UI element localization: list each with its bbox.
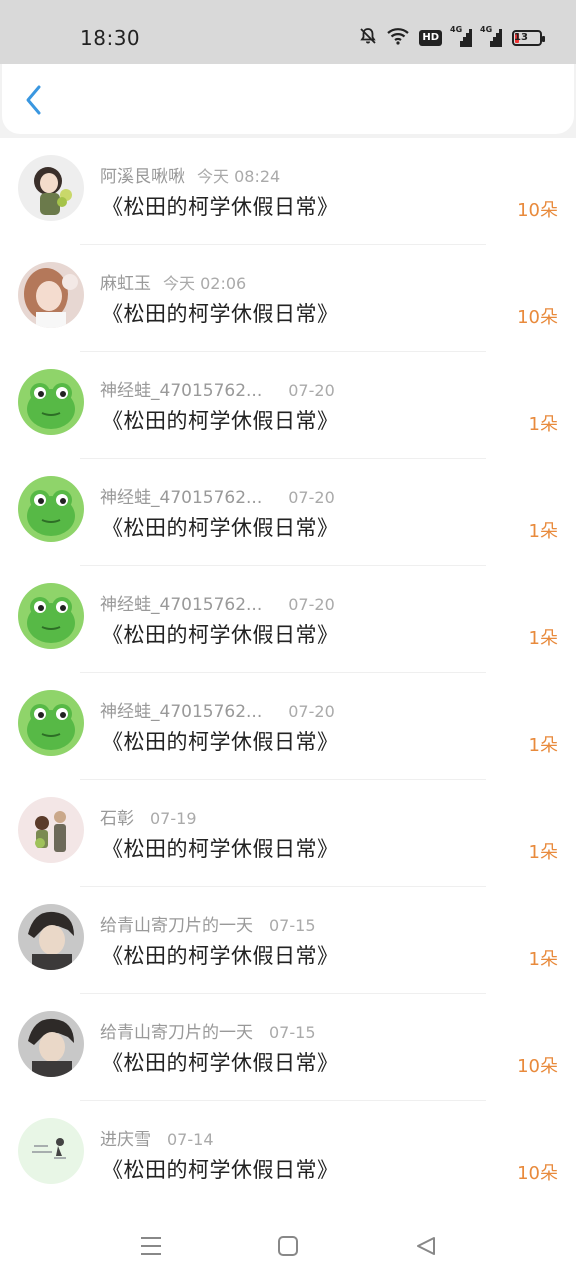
timestamp: 07-20 <box>288 702 335 721</box>
avatar[interactable] <box>18 690 84 756</box>
book-title[interactable]: 《松田的柯学休假日常》 <box>102 298 339 328</box>
network-label: 4G <box>450 25 463 34</box>
network-label: 4G <box>480 25 493 34</box>
back-button[interactable] <box>16 82 52 118</box>
username[interactable]: 阿溪艮啾啾 <box>100 162 185 187</box>
username[interactable]: 神经蛙_47015762... <box>100 483 262 508</box>
timestamp: 今天 08:24 <box>197 167 281 186</box>
book-title[interactable]: 《松田的柯学休假日常》 <box>102 191 339 221</box>
book-title[interactable]: 《松田的柯学休假日常》 <box>102 619 339 649</box>
item-meta: 给青山寄刀片的一天 07-15 <box>100 1018 316 1043</box>
username[interactable]: 神经蛙_47015762... <box>100 376 262 401</box>
timestamp: 今天 02:06 <box>163 274 247 293</box>
avatar[interactable] <box>18 262 84 328</box>
item-meta: 神经蛙_47015762... 07-20 <box>100 483 335 508</box>
timestamp: 07-20 <box>288 488 335 507</box>
avatar[interactable] <box>18 1118 84 1184</box>
header <box>2 64 574 134</box>
signal-4g-icon: 4G <box>480 25 502 47</box>
item-meta: 石彰 07-19 <box>100 804 197 829</box>
timestamp: 07-19 <box>150 809 197 828</box>
item-meta: 麻虹玉 今天 02:06 <box>100 269 246 294</box>
avatar[interactable] <box>18 797 84 863</box>
status-icons: HD 4G 4G 13 <box>359 25 545 50</box>
item-meta: 神经蛙_47015762... 07-20 <box>100 376 335 401</box>
item-meta: 进庆雪 07-14 <box>100 1125 214 1150</box>
nav-back-button[interactable] <box>412 1232 440 1260</box>
username[interactable]: 麻虹玉 <box>100 269 151 294</box>
signal-4g-icon: 4G <box>450 25 472 47</box>
menu-button[interactable] <box>137 1232 165 1260</box>
square-home-icon <box>278 1236 298 1256</box>
menu-icon <box>141 1237 161 1255</box>
triangle-back-icon <box>417 1237 435 1255</box>
avatar[interactable] <box>18 155 84 221</box>
flower-amount: 1朵 <box>528 414 558 435</box>
mute-bell-icon <box>359 27 377 49</box>
battery-icon: 13 <box>512 30 545 46</box>
avatar[interactable] <box>18 1011 84 1077</box>
list-item[interactable]: 神经蛙_47015762... 07-20 《松田的柯学休假日常》 1朵 <box>0 459 576 566</box>
timestamp: 07-14 <box>167 1130 214 1149</box>
username[interactable]: 石彰 <box>100 804 134 829</box>
status-bar: 18:30 HD 4G 4G 13 <box>0 0 576 64</box>
list-item[interactable]: 麻虹玉 今天 02:06 《松田的柯学休假日常》 10朵 <box>0 245 576 352</box>
book-title[interactable]: 《松田的柯学休假日常》 <box>102 405 339 435</box>
battery-level: 13 <box>514 32 528 43</box>
wifi-icon <box>387 27 410 49</box>
username[interactable]: 神经蛙_47015762... <box>100 697 262 722</box>
flower-amount: 10朵 <box>517 1056 558 1077</box>
chevron-left-icon <box>26 85 41 115</box>
avatar[interactable] <box>18 583 84 649</box>
status-time: 18:30 <box>80 26 141 50</box>
timestamp: 07-15 <box>269 916 316 935</box>
item-meta: 神经蛙_47015762... 07-20 <box>100 590 335 615</box>
timestamp: 07-20 <box>288 595 335 614</box>
book-title[interactable]: 《松田的柯学休假日常》 <box>102 833 339 863</box>
flower-amount: 10朵 <box>517 1163 558 1184</box>
avatar[interactable] <box>18 476 84 542</box>
item-meta: 给青山寄刀片的一天 07-15 <box>100 911 316 936</box>
book-title[interactable]: 《松田的柯学休假日常》 <box>102 940 339 970</box>
flower-amount: 10朵 <box>517 200 558 221</box>
list-item[interactable]: 神经蛙_47015762... 07-20 《松田的柯学休假日常》 1朵 <box>0 352 576 459</box>
flower-amount: 1朵 <box>528 521 558 542</box>
avatar[interactable] <box>18 904 84 970</box>
book-title[interactable]: 《松田的柯学休假日常》 <box>102 726 339 756</box>
home-button[interactable] <box>274 1232 302 1260</box>
item-meta: 神经蛙_47015762... 07-20 <box>100 697 335 722</box>
gift-list: 阿溪艮啾啾 今天 08:24 《松田的柯学休假日常》 10朵 麻虹玉 今天 02:0… <box>0 138 576 1210</box>
avatar[interactable] <box>18 369 84 435</box>
flower-amount: 1朵 <box>528 735 558 756</box>
list-item[interactable]: 给青山寄刀片的一天 07-15 《松田的柯学休假日常》 1朵 <box>0 887 576 994</box>
timestamp: 07-15 <box>269 1023 316 1042</box>
list-item[interactable]: 石彰 07-19 《松田的柯学休假日常》 1朵 <box>0 780 576 887</box>
list-item[interactable]: 神经蛙_47015762... 07-20 《松田的柯学休假日常》 1朵 <box>0 566 576 673</box>
book-title[interactable]: 《松田的柯学休假日常》 <box>102 1047 339 1077</box>
list-item[interactable]: 阿溪艮啾啾 今天 08:24 《松田的柯学休假日常》 10朵 <box>0 138 576 245</box>
hd-icon: HD <box>419 30 442 46</box>
list-item[interactable]: 给青山寄刀片的一天 07-15 《松田的柯学休假日常》 10朵 <box>0 994 576 1101</box>
timestamp: 07-20 <box>288 381 335 400</box>
item-meta: 阿溪艮啾啾 今天 08:24 <box>100 162 280 187</box>
username[interactable]: 神经蛙_47015762... <box>100 590 262 615</box>
book-title[interactable]: 《松田的柯学休假日常》 <box>102 1154 339 1184</box>
flower-amount: 1朵 <box>528 842 558 863</box>
book-title[interactable]: 《松田的柯学休假日常》 <box>102 512 339 542</box>
username[interactable]: 进庆雪 <box>100 1125 151 1150</box>
username[interactable]: 给青山寄刀片的一天 <box>100 911 253 936</box>
flower-amount: 1朵 <box>528 628 558 649</box>
username[interactable]: 给青山寄刀片的一天 <box>100 1018 253 1043</box>
flower-amount: 1朵 <box>528 949 558 970</box>
list-item[interactable]: 神经蛙_47015762... 07-20 《松田的柯学休假日常》 1朵 <box>0 673 576 780</box>
flower-amount: 10朵 <box>517 307 558 328</box>
list-item[interactable]: 进庆雪 07-14 《松田的柯学休假日常》 10朵 <box>0 1101 576 1208</box>
system-nav-bar <box>0 1210 576 1280</box>
